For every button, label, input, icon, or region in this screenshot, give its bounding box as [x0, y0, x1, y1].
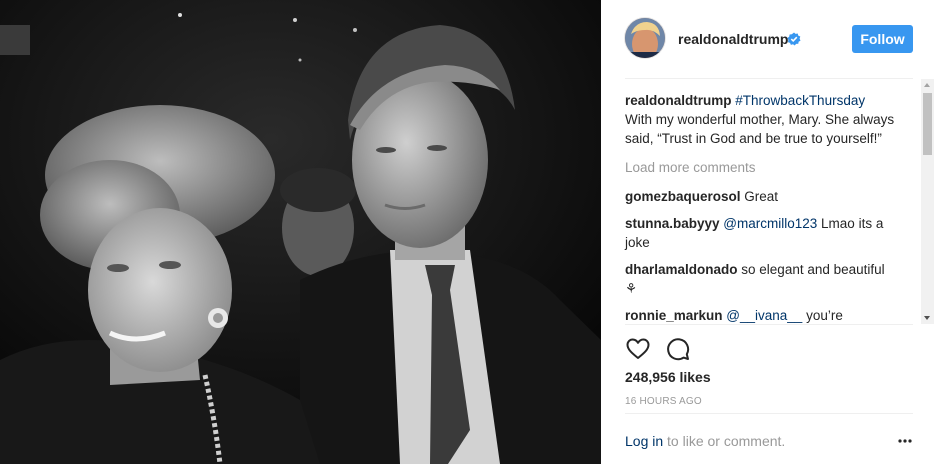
comment-username[interactable]: stunna.babyyy	[625, 216, 720, 231]
comment-item: stunna.babyyy @marcmillo123 Lmao its a j…	[625, 214, 895, 252]
footer-divider	[625, 413, 913, 414]
scrollbar-thumb[interactable]	[923, 93, 932, 155]
avatar-image	[625, 18, 665, 58]
load-more-comments-link[interactable]: Load more comments	[625, 158, 895, 177]
login-prompt-text: to like or comment.	[663, 433, 786, 449]
actions-divider	[625, 324, 913, 325]
comment-username[interactable]: ronnie_markun	[625, 308, 723, 323]
header-username[interactable]: realdonaldtrump	[678, 31, 788, 47]
caption: realdonaldtrump #ThrowbackThursday With …	[625, 91, 895, 148]
comment-username[interactable]: dharlamaldonado	[625, 262, 738, 277]
login-link[interactable]: Log in	[625, 433, 663, 449]
comments-list: realdonaldtrump #ThrowbackThursday With …	[625, 91, 895, 324]
comment-username[interactable]: gomezbaquerosol	[625, 189, 741, 204]
comment-icon[interactable]	[665, 336, 691, 362]
likes-count[interactable]: 248,956 likes	[625, 369, 711, 385]
comment-mention[interactable]: @marcmillo123	[723, 216, 817, 231]
caption-hashtag[interactable]: #ThrowbackThursday	[735, 93, 865, 108]
comment-item: ronnie_markun @__ivana__ you’re	[625, 306, 895, 324]
caption-text: With my wonderful mother, Mary. She alwa…	[625, 112, 895, 146]
follow-button[interactable]: Follow	[852, 25, 913, 53]
comment-mention[interactable]: @__ivana__	[726, 308, 802, 323]
heart-icon[interactable]	[625, 336, 651, 362]
avatar[interactable]	[625, 18, 665, 58]
comments-section[interactable]: realdonaldtrump #ThrowbackThursday With …	[601, 79, 934, 324]
scroll-up-arrow-icon[interactable]	[924, 83, 930, 87]
more-options-icon[interactable]	[897, 433, 913, 449]
photo-illustration	[0, 0, 601, 464]
post-header: realdonaldtrump Follow	[601, 0, 934, 78]
login-prompt: Log in to like or comment.	[625, 433, 785, 449]
comment-text: Great	[744, 189, 779, 204]
scroll-down-arrow-icon[interactable]	[924, 316, 930, 320]
post-photo[interactable]	[0, 0, 601, 464]
comment-text: you’re	[806, 308, 843, 323]
comment-item: dharlamaldonado so elegant and beautiful…	[625, 260, 895, 298]
verified-badge-icon	[787, 32, 801, 46]
comment-item: gomezbaquerosol Great	[625, 187, 895, 206]
post-timestamp[interactable]: 16 HOURS AGO	[625, 396, 702, 407]
instagram-post: realdonaldtrump Follow realdonaldtrump #…	[0, 0, 934, 464]
post-side-panel: realdonaldtrump Follow realdonaldtrump #…	[601, 0, 934, 464]
comments-scrollbar[interactable]	[921, 79, 934, 324]
caption-username[interactable]: realdonaldtrump	[625, 93, 732, 108]
